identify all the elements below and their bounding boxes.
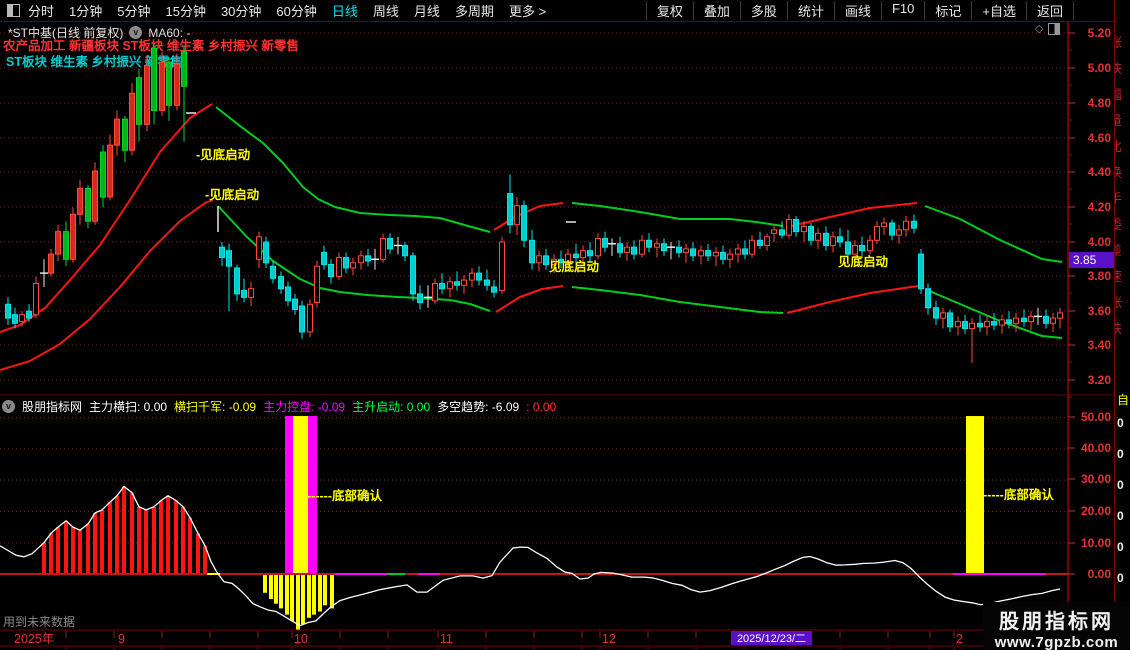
future-data-note: 用到未来数据 (3, 615, 76, 629)
price-axis: 5.20 5.00 4.80 4.60 4.40 4.20 4.00 3.80 3.60 3.40… (1067, 22, 1114, 646)
watermark-url: www.7gpzb.com (994, 634, 1119, 650)
period-toolbar: 分时 1分钟 5分钟 15分钟 30分钟 60分钟 日线 周线 月线 多周期 更… (0, 0, 1130, 22)
watermark-site-name: 股朋指标网 (999, 611, 1114, 633)
sector-text: 农产品加工 新疆板块 ST板块 维生素 乡村振兴 新零售ST板块 维生素 乡村振… (2, 38, 299, 69)
tab-multi-period[interactable]: 多周期 (455, 1, 494, 20)
svg-text:10: 10 (294, 632, 308, 646)
window-layout-icon[interactable] (7, 4, 20, 17)
overlay-button[interactable]: 叠加 (692, 1, 740, 20)
f10-button[interactable]: F10 (880, 1, 924, 20)
maximize-pane-icon[interactable] (1048, 22, 1061, 35)
svg-text:4.60: 4.60 (1088, 131, 1112, 145)
indicator-field-zhuli-hengsao: 主力横扫: 0.00 (89, 400, 168, 414)
svg-text:3.60: 3.60 (1088, 304, 1112, 318)
svg-text:4.00: 4.00 (1088, 235, 1112, 249)
indicator-field-duokong-qushi: 多空趋势: -6.09 (437, 400, 520, 414)
candlesticks (5, 43, 1063, 364)
period-tabs: 分时 1分钟 5分钟 15分钟 30分钟 60分钟 日线 周线 月线 多周期 更… (28, 1, 546, 20)
tab-more[interactable]: 更多 > (509, 1, 546, 20)
svg-text:40.00: 40.00 (1081, 441, 1111, 455)
svg-text:50.00: 50.00 (1081, 410, 1111, 424)
svg-text:3.40: 3.40 (1088, 338, 1112, 352)
tab-60min[interactable]: 60分钟 (276, 1, 316, 20)
svg-text:4.40: 4.40 (1088, 165, 1112, 179)
tab-fenshi[interactable]: 分时 (28, 1, 54, 20)
svg-text:-----底部确认: -----底部确认 (983, 487, 1054, 502)
tool-buttons: 复权 叠加 多股 统计 画线 F10 标记 +自选 返回 (645, 1, 1074, 20)
tab-1min[interactable]: 1分钟 (69, 1, 102, 20)
multi-stock-button[interactable]: 多股 (739, 1, 787, 20)
svg-text:见底启动: 见底启动 (838, 254, 889, 269)
svg-text:5.20: 5.20 (1088, 26, 1112, 40)
svg-text:2025/12/23/二: 2025/12/23/二 (737, 633, 806, 645)
chart-title-row: *ST中基(日线 前复权) v MA60: - (8, 24, 190, 41)
svg-text:12: 12 (602, 632, 616, 646)
svg-text:-见底启动: -见底启动 (196, 147, 251, 162)
indicator-field-zhuli-kongpan: 主力控盘: -0.09 (263, 400, 346, 414)
draw-line-button[interactable]: 画线 (833, 1, 881, 20)
indicator-collapse-icon[interactable]: v (2, 400, 15, 413)
tab-daily-active[interactable]: 日线 (332, 1, 358, 20)
indicator-source: 股朋指标网 (22, 400, 83, 414)
channel-bands (0, 103, 1063, 371)
svg-text:30.00: 30.00 (1081, 472, 1111, 486)
svg-text:10.00: 10.00 (1081, 536, 1111, 550)
tab-5min[interactable]: 5分钟 (117, 1, 150, 20)
tab-weekly[interactable]: 周线 (373, 1, 399, 20)
diamond-icon[interactable]: ◇ (1035, 22, 1043, 35)
svg-text:-见底启动: -见底启动 (205, 187, 260, 202)
add-watchlist-button[interactable]: +自选 (971, 1, 1026, 20)
indicator-header: v 股朋指标网 主力横扫: 0.00 横扫千军: -0.09 主力控盘: -0.… (2, 398, 556, 415)
mark-button[interactable]: 标记 (924, 1, 971, 20)
svg-text:3.85: 3.85 (1073, 253, 1097, 267)
svg-text:3.80: 3.80 (1088, 269, 1112, 283)
svg-text:4.80: 4.80 (1088, 96, 1112, 110)
tab-monthly[interactable]: 月线 (414, 1, 440, 20)
svg-text:2: 2 (956, 632, 963, 646)
date-axis: 2025年 9 10 11 12 2 2025/12/23/二 (0, 629, 1130, 650)
pane-corner-icons: ◇ (1035, 22, 1061, 35)
indicator-panel: ------底部确认 -----底部确认 50.00 40.00 30.00 20.00 1… (0, 410, 1112, 631)
watermark-box: 股朋指标网 www.7gpzb.com (983, 602, 1130, 650)
svg-text:4.20: 4.20 (1088, 200, 1112, 214)
back-button[interactable]: 返回 (1025, 1, 1074, 20)
svg-text:3.20: 3.20 (1088, 373, 1112, 387)
fuquan-button[interactable]: 复权 (645, 1, 693, 20)
clipped-values-column: 0 0 0 0 0 0 0 (1117, 416, 1124, 616)
svg-text:5.00: 5.00 (1088, 61, 1112, 75)
trading-app-window: 农产品加工 新疆板块 ST板块 维生素 乡村振兴 新零售 ST板块 维生素 乡村振… (0, 0, 1130, 650)
stats-button[interactable]: 统计 (786, 1, 834, 20)
svg-text:11: 11 (440, 632, 453, 646)
indicator-field-zhusheng-qidong: 主升启动: 0.00 (352, 400, 431, 414)
svg-text:------底部确认: ------底部确认 (307, 488, 382, 503)
chart-canvas: 农产品加工 新疆板块 ST板块 维生素 乡村振兴 新零售ST板块 维生素 乡村振… (0, 22, 1130, 650)
tab-30min[interactable]: 30分钟 (221, 1, 261, 20)
svg-text:2025年: 2025年 (14, 632, 54, 646)
clipped-glyph-column: 涨 跌 幅 量 比 换 手 委 差 速 涨 跌 (1115, 30, 1127, 342)
svg-text:9: 9 (118, 632, 125, 646)
svg-text:见底启动: 见底启动 (549, 259, 600, 274)
right-sidebar-strip[interactable]: 涨 跌 幅 量 比 换 手 委 差 速 涨 跌 自 0 0 0 0 0 0 0 (1114, 0, 1130, 650)
sidebar-tab-label: 自 (1117, 393, 1130, 407)
indicator-field-extra: : 0.00 (526, 399, 557, 414)
tab-15min[interactable]: 15分钟 (165, 1, 205, 20)
main-annotations: -见底启动 -见底启动见底启动 见底启动 (196, 147, 889, 274)
indicator-field-hengsao-qianjun: 横扫千军: -0.09 (174, 400, 257, 414)
svg-text:0.00: 0.00 (1088, 567, 1112, 581)
stock-title: *ST中基(日线 前复权) (8, 26, 124, 40)
collapse-chevron-icon[interactable]: v (129, 26, 143, 39)
ma60-value: MA60: - (148, 25, 191, 40)
svg-text:20.00: 20.00 (1081, 504, 1111, 518)
